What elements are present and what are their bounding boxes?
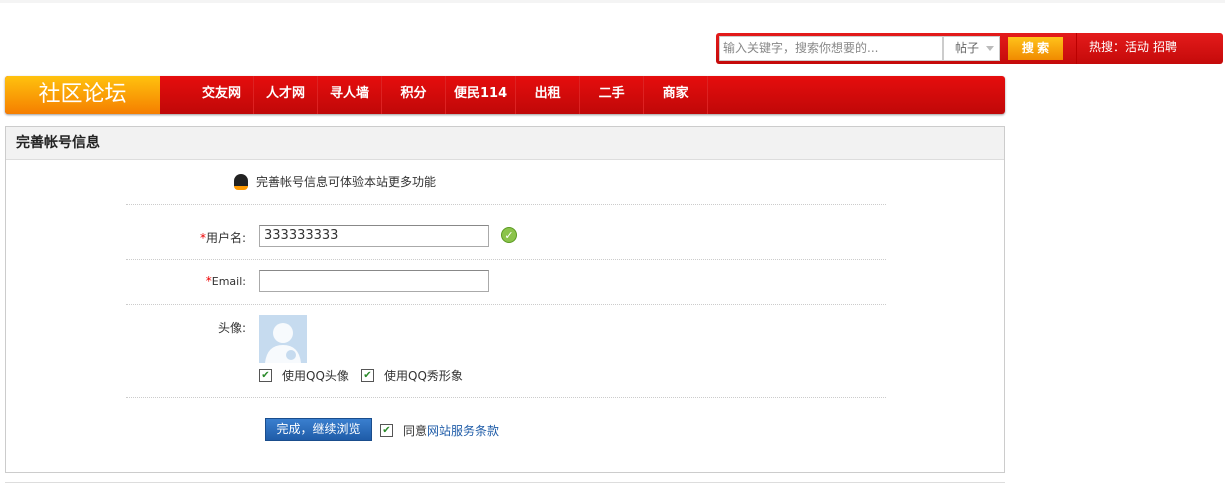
submit-button[interactable]: 完成，继续浏览 [265, 418, 372, 441]
nav-item-missing[interactable]: 寻人墙 [318, 76, 382, 114]
use-qq-show-label: 使用QQ秀形象 [384, 369, 463, 383]
main-nav: 社区论坛 交友网 人才网 寻人墙 积分 便民114 出租 二手 商家 [5, 76, 1005, 114]
hot-label: 热搜： [1089, 40, 1126, 54]
nav-item-points[interactable]: 积分 [382, 76, 446, 114]
divider [126, 304, 886, 305]
email-input[interactable] [259, 270, 489, 292]
email-label: *Email: [126, 274, 246, 288]
checkbox-checked[interactable]: ✔ [380, 424, 393, 437]
terms-link[interactable]: 网站服务条款 [427, 424, 499, 438]
check-success-icon: ✓ [501, 227, 517, 243]
account-panel: 完善帐号信息 完善帐号信息可体验本站更多功能 *用户名: 333333333 ✓… [5, 126, 1005, 473]
bottom-divider [5, 482, 1005, 483]
site-logo[interactable]: 社区论坛 [5, 76, 160, 114]
tip-text: 完善帐号信息可体验本站更多功能 [256, 175, 437, 189]
nav-item-dating[interactable]: 交友网 [190, 76, 254, 114]
nav-item-secondhand[interactable]: 二手 [580, 76, 645, 114]
nav-item-services[interactable]: 便民114 [446, 76, 517, 114]
checkbox-checked[interactable]: ✔ [361, 369, 374, 382]
email-label-text: Email: [211, 275, 246, 288]
agree-terms-checkbox[interactable]: ✔ 同意网站服务条款 [380, 422, 499, 439]
divider [126, 397, 886, 398]
category-value: 帖子 [955, 41, 980, 55]
divider [126, 204, 886, 205]
search-bar: 输入关键字，搜索你想要的... 帖子 搜 索 热搜：活动 招聘 [716, 33, 1223, 64]
avatar-label: 头像: [217, 321, 246, 335]
top-border [0, 0, 1225, 3]
panel-title: 完善帐号信息 [6, 127, 1004, 160]
divider [126, 259, 886, 260]
search-button[interactable]: 搜 索 [1008, 37, 1063, 60]
nav-item-talent[interactable]: 人才网 [254, 76, 318, 114]
hot-item-jobs[interactable]: 招聘 [1153, 40, 1177, 54]
hot-search: 热搜：活动 招聘 [1076, 33, 1181, 64]
agree-label: 同意 [403, 424, 428, 438]
default-avatar-icon [265, 323, 301, 363]
chevron-down-icon [986, 46, 994, 51]
use-qq-avatar-label: 使用QQ头像 [282, 369, 349, 383]
use-qq-show-checkbox[interactable]: ✔ 使用QQ秀形象 [361, 367, 463, 384]
hot-item-activity[interactable]: 活动 [1125, 40, 1149, 54]
qq-penguin-icon [234, 173, 248, 190]
tip: 完善帐号信息可体验本站更多功能 [234, 173, 436, 190]
avatar [259, 315, 307, 363]
username-input[interactable]: 333333333 [259, 225, 489, 247]
username-label: *用户名: [126, 229, 246, 246]
checkbox-checked[interactable]: ✔ [259, 369, 272, 382]
username-label-text: 用户名: [205, 231, 246, 245]
search-category-select[interactable]: 帖子 [943, 36, 1000, 61]
nav-item-rent[interactable]: 出租 [516, 76, 581, 114]
search-input[interactable]: 输入关键字，搜索你想要的... [719, 36, 943, 61]
nav-item-merchants[interactable]: 商家 [644, 76, 709, 114]
use-qq-avatar-checkbox[interactable]: ✔ 使用QQ头像 [259, 367, 349, 384]
